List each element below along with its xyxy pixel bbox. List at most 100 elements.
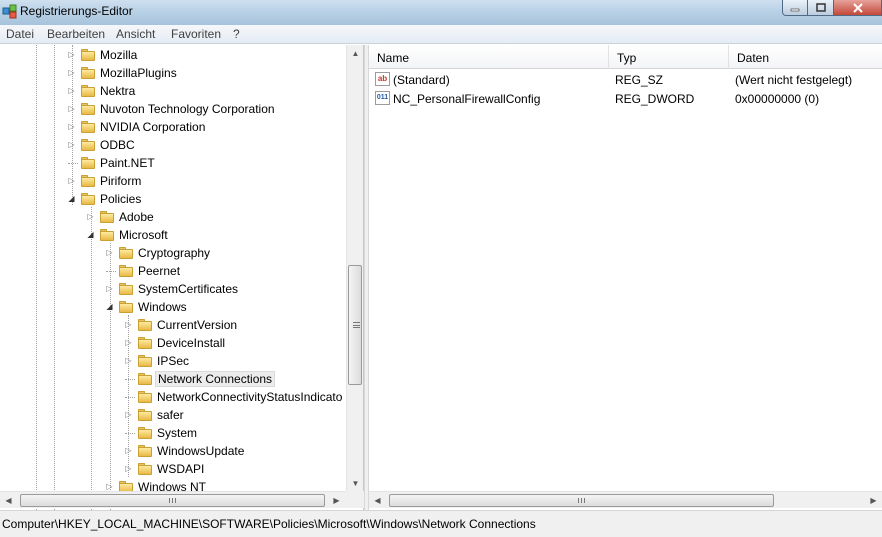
tree-item-label: Microsoft [119, 228, 168, 242]
expand-arrow-icon[interactable]: ▷ [124, 446, 133, 455]
arrow-left-icon: ◀ [374, 496, 381, 505]
column-header-name[interactable]: Name [369, 45, 609, 69]
folder-icon [118, 282, 134, 295]
scroll-right-button[interactable]: ▶ [865, 492, 882, 509]
expand-arrow-icon[interactable]: ▷ [124, 356, 133, 365]
tree-item-label: safer [157, 408, 184, 422]
scroll-up-button[interactable]: ▲ [347, 45, 364, 62]
scroll-down-button[interactable]: ▼ [347, 475, 364, 492]
tree-item[interactable]: Paint.NET [0, 154, 346, 172]
tree-item-label: Nuvoton Technology Corporation [100, 102, 275, 116]
tree-vertical-scroll-thumb[interactable] [348, 265, 362, 385]
tree-item[interactable]: ◢ Microsoft [0, 226, 346, 244]
tree-item-label: Adobe [119, 210, 154, 224]
expand-arrow-icon[interactable]: ▷ [105, 482, 114, 491]
expand-arrow-icon[interactable]: ▷ [105, 248, 114, 257]
expand-arrow-icon[interactable]: ▷ [86, 212, 95, 221]
menu-ansicht[interactable]: Ansicht [116, 27, 155, 41]
tree-item-label: CurrentVersion [157, 318, 238, 332]
minimize-icon [790, 8, 800, 11]
collapse-arrow-icon[interactable]: ◢ [67, 194, 76, 203]
tree-item[interactable]: ◢ Windows [0, 298, 346, 316]
tree-item[interactable]: ▷ CurrentVersion [0, 316, 346, 334]
tree-item[interactable]: ▷ safer [0, 406, 346, 424]
arrow-up-icon: ▲ [351, 49, 360, 58]
tree-item-label: ODBC [100, 138, 135, 152]
tree-item[interactable]: ▷ Nektra [0, 82, 346, 100]
tree-item[interactable]: ▷ SystemCertificates [0, 280, 346, 298]
tree-horizontal-scroll-thumb[interactable] [20, 494, 325, 507]
tree-item[interactable]: ▷ WindowsUpdate [0, 442, 346, 460]
folder-icon [80, 174, 96, 187]
list-horizontal-scrollbar[interactable]: ◀ ▶ [369, 491, 882, 508]
tree-item-label: NVIDIA Corporation [100, 120, 206, 134]
tree-item[interactable]: ▷ Nuvoton Technology Corporation [0, 100, 346, 118]
column-header-type[interactable]: Typ [609, 45, 729, 69]
folder-icon [80, 102, 96, 115]
tree-item[interactable]: ▷ Adobe [0, 208, 346, 226]
expand-arrow-icon[interactable]: ▷ [67, 50, 76, 59]
tree-item[interactable]: NetworkConnectivityStatusIndicato [0, 388, 346, 406]
menu-help[interactable]: ? [233, 27, 240, 41]
collapse-arrow-icon[interactable]: ◢ [105, 302, 114, 311]
tree-item[interactable]: ▷ ODBC [0, 136, 346, 154]
maximize-button[interactable] [808, 0, 834, 16]
tree-item[interactable]: ▷ Mozilla [0, 46, 346, 64]
values-list[interactable]: Name Typ Daten ab (Standard) REG_SZ (Wer… [369, 45, 882, 510]
tree-item[interactable]: System [0, 424, 346, 442]
folder-icon [99, 228, 115, 241]
arrow-left-icon: ◀ [5, 496, 12, 505]
folder-icon [80, 192, 96, 205]
tree-vertical-scrollbar[interactable]: ▲ ▼ [346, 45, 363, 492]
expand-arrow-icon[interactable]: ▷ [67, 140, 76, 149]
tree-item-label: Cryptography [138, 246, 211, 260]
tree-item[interactable]: ▷ NVIDIA Corporation [0, 118, 346, 136]
folder-icon [118, 264, 134, 277]
expand-arrow-icon[interactable]: ▷ [67, 68, 76, 77]
menu-favoriten[interactable]: Favoriten [171, 27, 221, 41]
value-row-standard[interactable]: ab (Standard) REG_SZ (Wert nicht festgel… [369, 70, 882, 89]
value-row-nc-personalfirewallconfig[interactable]: 011 NC_PersonalFirewallConfig REG_DWORD … [369, 89, 882, 108]
tree-item-label: Mozilla [100, 48, 138, 62]
expand-arrow-icon[interactable]: ▷ [124, 464, 133, 473]
grip-icon [353, 322, 360, 328]
expand-arrow-icon[interactable]: ▷ [124, 410, 133, 419]
folder-icon [80, 84, 96, 97]
scroll-left-button[interactable]: ◀ [0, 492, 17, 509]
expand-arrow-icon[interactable]: ▷ [67, 86, 76, 95]
menu-datei[interactable]: Datei [6, 27, 34, 41]
scroll-left-button[interactable]: ◀ [369, 492, 386, 509]
string-value-icon: ab [375, 72, 390, 86]
tree-connector [68, 163, 78, 164]
expand-arrow-icon[interactable]: ▷ [67, 104, 76, 113]
menu-bearbeiten[interactable]: Bearbeiten [47, 27, 105, 41]
tree-item[interactable]: ▷ Piriform [0, 172, 346, 190]
tree-item[interactable]: Network Connections [0, 370, 346, 388]
tree-horizontal-scrollbar[interactable]: ◀ ▶ [0, 491, 364, 508]
tree-item[interactable]: ◢ Policies [0, 190, 346, 208]
collapse-arrow-icon[interactable]: ◢ [86, 230, 95, 239]
folder-icon [137, 426, 153, 439]
expand-arrow-icon[interactable]: ▷ [67, 176, 76, 185]
registry-tree[interactable]: ▷ Mozilla ▷ MozillaPlugins ▷ Nektra ▷ Nuvoton T… [0, 45, 364, 510]
expand-arrow-icon[interactable]: ▷ [105, 284, 114, 293]
value-name: (Standard) [393, 73, 450, 87]
tree-item[interactable]: Peernet [0, 262, 346, 280]
close-button[interactable] [834, 0, 882, 16]
folder-icon [118, 246, 134, 259]
tree-item[interactable]: ▷ MozillaPlugins [0, 64, 346, 82]
expand-arrow-icon[interactable]: ▷ [124, 320, 133, 329]
tree-item[interactable]: ▷ IPSec [0, 352, 346, 370]
scroll-right-button[interactable]: ▶ [328, 492, 345, 509]
value-name: NC_PersonalFirewallConfig [393, 92, 541, 106]
expand-arrow-icon[interactable]: ▷ [67, 122, 76, 131]
column-header-data[interactable]: Daten [729, 45, 882, 69]
tree-item[interactable]: ▷ WSDAPI [0, 460, 346, 478]
tree-item[interactable]: ▷ DeviceInstall [0, 334, 346, 352]
value-data: 0x00000000 (0) [735, 92, 820, 106]
tree-item[interactable]: ▷ Cryptography [0, 244, 346, 262]
expand-arrow-icon[interactable]: ▷ [124, 338, 133, 347]
minimize-button[interactable] [782, 0, 808, 16]
list-horizontal-scroll-thumb[interactable] [389, 494, 774, 507]
tree-item-label: Piriform [100, 174, 142, 188]
